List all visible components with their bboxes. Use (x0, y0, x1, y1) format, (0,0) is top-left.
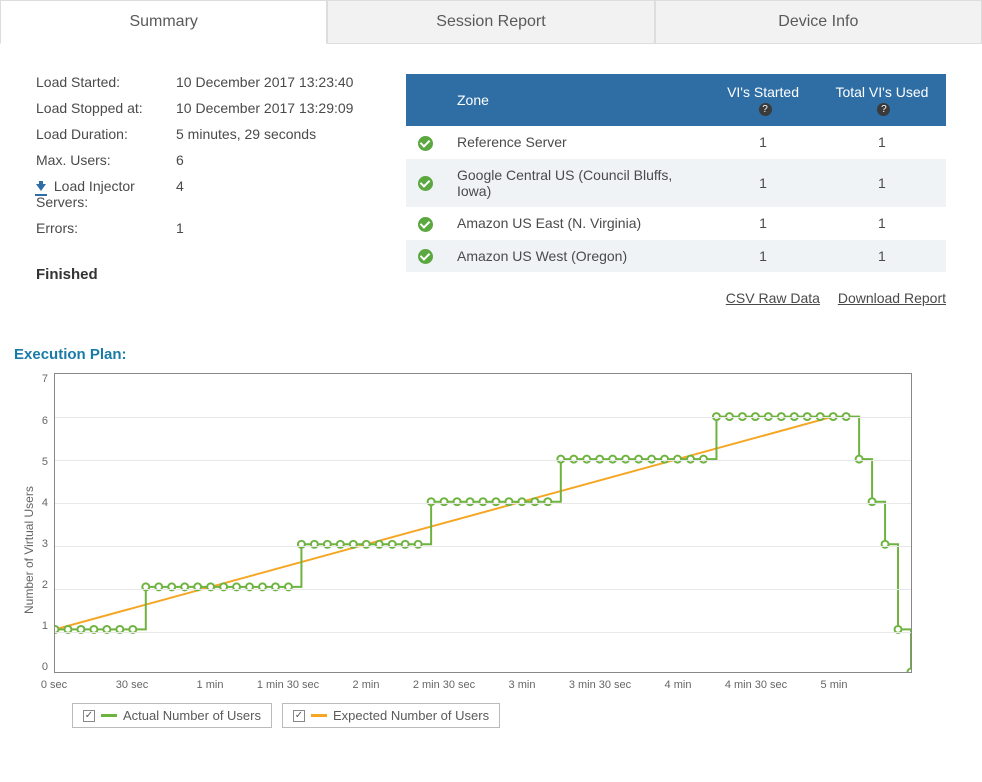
download-icon (36, 184, 46, 191)
zone-started: 1 (708, 126, 818, 159)
load-duration-value: 5 minutes, 29 seconds (176, 126, 376, 142)
table-row: Google Central US (Council Bluffs, Iowa)… (406, 159, 946, 207)
zone-name: Amazon US East (N. Virginia) (445, 207, 708, 240)
legend-actual[interactable]: ✓Actual Number of Users (72, 703, 272, 728)
csv-raw-data-link[interactable]: CSV Raw Data (726, 290, 820, 306)
help-icon[interactable]: ? (759, 103, 772, 116)
chart-ylabel: Number of Virtual Users (14, 373, 36, 728)
zone-name: Amazon US West (Oregon) (445, 240, 708, 273)
check-icon (418, 217, 433, 232)
max-users-label: Max. Users: (36, 152, 176, 168)
summary-stats: Load Started:10 December 2017 13:23:40 L… (36, 74, 376, 306)
load-stopped-value: 10 December 2017 13:29:09 (176, 100, 376, 116)
load-started-label: Load Started: (36, 74, 176, 90)
errors-label: Errors: (36, 220, 176, 236)
legend-expected[interactable]: ✓Expected Number of Users (282, 703, 500, 728)
zone-used: 1 (818, 159, 946, 207)
injector-label: Load Injector Servers: (36, 178, 176, 210)
table-row: Reference Server11 (406, 126, 946, 159)
tab-summary[interactable]: Summary (0, 0, 327, 44)
status-label: Finished (36, 266, 376, 283)
load-started-value: 10 December 2017 13:23:40 (176, 74, 376, 90)
tab-session-report[interactable]: Session Report (327, 0, 654, 43)
zone-used: 1 (818, 240, 946, 273)
chart-xaxis: 0 sec30 sec1 min1 min 30 sec2 min2 min 3… (54, 679, 912, 693)
chart-plot-area (54, 373, 912, 673)
checkbox-icon: ✓ (293, 710, 305, 722)
used-header: Total VI's Used? (818, 74, 946, 126)
zone-name: Google Central US (Council Bluffs, Iowa) (445, 159, 708, 207)
execution-plan-title: Execution Plan: (0, 346, 982, 363)
zone-started: 1 (708, 240, 818, 273)
check-icon (418, 176, 433, 191)
table-row: Amazon US East (N. Virginia)11 (406, 207, 946, 240)
zone-table: Zone VI's Started? Total VI's Used? Refe… (406, 74, 946, 272)
zone-used: 1 (818, 126, 946, 159)
errors-value: 1 (176, 220, 376, 236)
max-users-value: 6 (176, 152, 376, 168)
check-icon (418, 249, 433, 264)
zone-started: 1 (708, 207, 818, 240)
chart-yaxis: 76543210 (36, 373, 54, 673)
load-stopped-label: Load Stopped at: (36, 100, 176, 116)
zone-name: Reference Server (445, 126, 708, 159)
zone-started: 1 (708, 159, 818, 207)
help-icon[interactable]: ? (877, 103, 890, 116)
check-icon (418, 136, 433, 151)
zone-header: Zone (445, 74, 708, 126)
load-duration-label: Load Duration: (36, 126, 176, 142)
injector-value: 4 (176, 178, 376, 210)
download-report-link[interactable]: Download Report (838, 290, 946, 306)
tab-device-info[interactable]: Device Info (655, 0, 982, 43)
checkbox-icon: ✓ (83, 710, 95, 722)
table-row: Amazon US West (Oregon)11 (406, 240, 946, 273)
tabs: Summary Session Report Device Info (0, 0, 982, 44)
zone-used: 1 (818, 207, 946, 240)
started-header: VI's Started? (708, 74, 818, 126)
